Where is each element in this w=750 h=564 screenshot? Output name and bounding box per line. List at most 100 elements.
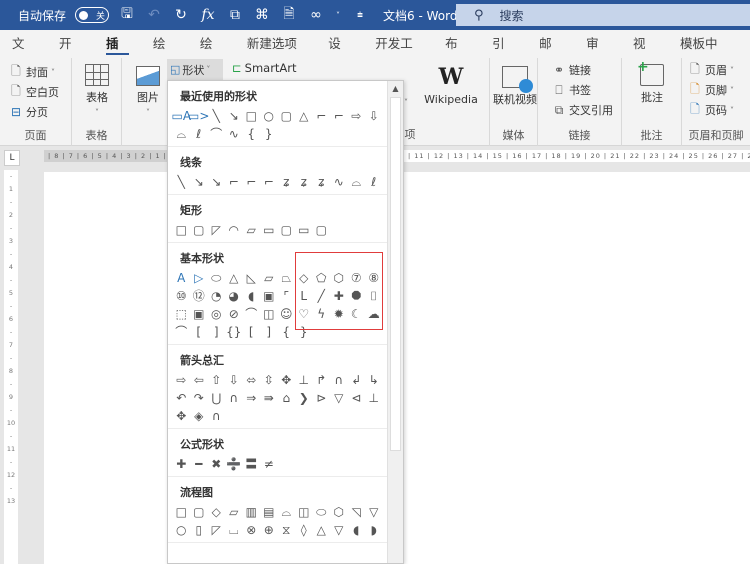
shape-item[interactable]: △ <box>297 108 312 124</box>
shape-item[interactable]: ◖ <box>244 288 259 304</box>
shape-item[interactable]: } <box>262 126 277 142</box>
customize-icon[interactable]: ⩧ <box>351 10 369 21</box>
shape-item[interactable]: ⬄ <box>244 372 259 388</box>
shape-item[interactable]: ʑ <box>279 174 294 190</box>
tab-template-center[interactable]: 模板中心 <box>680 30 726 79</box>
shape-item[interactable]: ▥ <box>244 504 259 520</box>
tab-draw[interactable]: 绘图 <box>153 30 176 79</box>
shape-item[interactable]: ↘ <box>209 174 224 190</box>
shape-item[interactable]: ◇ <box>209 504 224 520</box>
save-icon[interactable]: 🖫 <box>118 3 136 27</box>
shape-item[interactable]: ⇛ <box>262 390 277 406</box>
shape-item[interactable]: ↲ <box>349 372 364 388</box>
shape-item[interactable]: ▽ <box>367 504 382 520</box>
shape-item[interactable]: ↱ <box>314 372 329 388</box>
shape-item[interactable]: ❯ <box>297 390 312 406</box>
shape-item[interactable]: ↘ <box>227 108 242 124</box>
page-number-button[interactable]: 🗋 页码 ˅ <box>688 100 734 120</box>
shape-item[interactable]: ▱ <box>227 504 242 520</box>
shape-item[interactable]: {} <box>226 324 241 340</box>
shape-item[interactable]: ⌓ <box>349 174 364 190</box>
shape-item[interactable]: ⌜ <box>279 288 294 304</box>
shape-item[interactable]: ◠ <box>227 222 242 238</box>
shape-item[interactable]: □ <box>244 108 259 124</box>
shape-item[interactable]: ◺ <box>244 270 259 286</box>
shape-item[interactable]: ▭A <box>171 108 191 124</box>
shape-item[interactable]: ⊲ <box>349 390 364 406</box>
tab-mailings[interactable]: 邮件 <box>539 30 562 79</box>
shape-item[interactable]: ━ <box>192 456 207 472</box>
shape-item[interactable]: ◔ <box>209 288 224 304</box>
shape-item[interactable]: ↷ <box>192 390 207 406</box>
undo-icon[interactable]: ↶ <box>145 7 163 23</box>
shape-item[interactable]: □ <box>174 222 189 238</box>
shape-item[interactable]: ⇒ <box>244 390 259 406</box>
shape-item[interactable]: ⇦ <box>192 372 207 388</box>
shape-item[interactable]: ▭ <box>262 222 277 238</box>
shape-item[interactable]: ⊗ <box>244 522 259 538</box>
shape-item[interactable]: ▯ <box>192 522 207 538</box>
shape-item[interactable]: ] <box>262 324 277 340</box>
shape-item[interactable]: ☺ <box>279 306 294 322</box>
tab-draw-2[interactable]: 绘图 <box>200 30 223 79</box>
shape-item[interactable]: ⏢ <box>279 270 294 286</box>
shape-item[interactable]: ⇧ <box>209 372 224 388</box>
blank-page-button[interactable]: 🗋 空白页 <box>9 82 59 102</box>
translate-icon[interactable]: ⧉ <box>226 7 244 23</box>
shape-item[interactable]: ⌒ <box>174 324 189 340</box>
shape-item[interactable]: ℓ <box>192 126 207 142</box>
picture-button[interactable]: 图片 ˅ <box>134 66 162 118</box>
cross-reference-button[interactable]: ⧉ 交叉引用 <box>552 100 613 120</box>
cover-page-button[interactable]: 🗋 封面 ˅ <box>9 62 59 82</box>
shape-item[interactable]: ▣ <box>192 306 207 322</box>
infinity-icon[interactable]: ∞ <box>307 7 325 23</box>
shape-item[interactable]: ◸ <box>209 222 224 238</box>
shape-item[interactable]: ▷ <box>192 270 207 286</box>
shape-item[interactable]: ▢ <box>279 108 294 124</box>
shape-item[interactable]: ∩ <box>209 408 224 424</box>
shape-item[interactable]: [ <box>192 324 207 340</box>
shape-item[interactable]: ⇩ <box>367 108 382 124</box>
shape-item[interactable]: ⑩ <box>174 288 189 304</box>
shape-item[interactable]: ◫ <box>297 504 312 520</box>
shape-item[interactable]: ⬚ <box>174 306 189 322</box>
scroll-up-icon[interactable]: ▲ <box>388 81 403 97</box>
shape-item[interactable]: ⇩ <box>227 372 242 388</box>
page-break-button[interactable]: ⊟ 分页 <box>9 102 59 122</box>
shape-item[interactable]: ʑ <box>314 174 329 190</box>
tab-developer[interactable]: 开发工具 <box>375 30 421 79</box>
header-button[interactable]: 🗋 页眉 ˅ <box>688 60 734 80</box>
shape-item[interactable]: ▢ <box>192 222 207 238</box>
shape-item[interactable]: ⊘ <box>227 306 242 322</box>
shape-item[interactable]: ⊥ <box>367 390 382 406</box>
shape-item[interactable]: [ <box>244 324 259 340</box>
search-box[interactable]: ⚲ 搜索 <box>456 4 750 26</box>
shape-item[interactable]: ⇳ <box>262 372 277 388</box>
shape-item[interactable]: ⑫ <box>192 288 207 304</box>
shape-item[interactable]: ⧖ <box>279 522 294 538</box>
comment-button[interactable]: + 批注 <box>632 60 672 105</box>
shape-item[interactable]: ◖ <box>349 522 364 538</box>
footer-button[interactable]: 🗋 页脚 ˅ <box>688 80 734 100</box>
shape-item[interactable]: ⌐ <box>227 174 242 190</box>
shape-item[interactable]: △ <box>227 270 242 286</box>
shape-item[interactable]: ⬭ <box>209 270 224 286</box>
tab-view[interactable]: 视图 <box>633 30 656 79</box>
shape-item[interactable]: ⇨ <box>174 372 189 388</box>
shape-item[interactable]: ◫ <box>262 306 277 322</box>
shape-item[interactable]: ▭> <box>188 108 209 124</box>
shape-item[interactable]: ✥ <box>174 408 189 424</box>
chevron-down-icon[interactable]: ˅ <box>404 98 408 107</box>
shape-item[interactable]: ○ <box>174 522 189 538</box>
shape-item[interactable]: ⌴ <box>227 522 242 538</box>
shape-item[interactable]: ⌐ <box>262 174 277 190</box>
shape-item[interactable]: ◈ <box>192 408 207 424</box>
shape-item[interactable]: ⌂ <box>279 390 294 406</box>
shape-item[interactable]: ◎ <box>209 306 224 322</box>
shape-item[interactable]: ∿ <box>227 126 242 142</box>
shape-item[interactable]: ▽ <box>332 390 347 406</box>
shape-item[interactable]: ▱ <box>262 270 277 286</box>
shape-item[interactable]: ⌐ <box>244 174 259 190</box>
shape-item[interactable]: ⌐ <box>314 108 329 124</box>
smartart-button[interactable]: ⊏ SmartArt <box>232 61 297 75</box>
